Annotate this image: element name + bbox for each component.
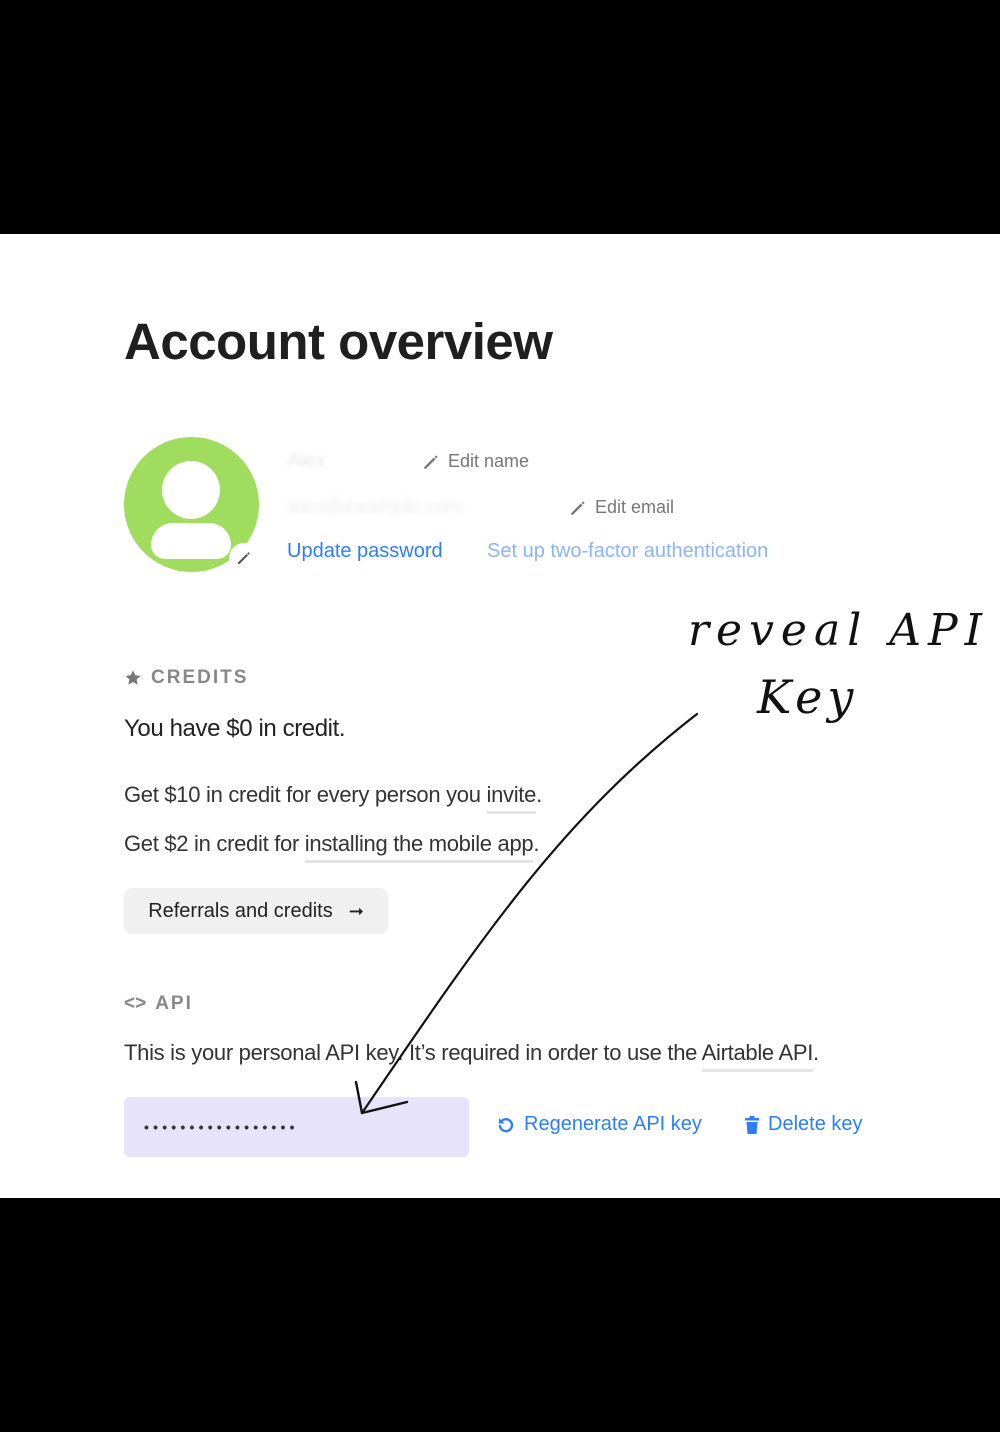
annotation-arrow [360,712,699,1115]
handwritten-annotation: reveal API Key [354,605,989,1115]
annotation-line-1: reveal API [688,605,989,656]
annotation-line-2: Key [756,670,858,724]
arrow-head-icon [354,1080,409,1115]
